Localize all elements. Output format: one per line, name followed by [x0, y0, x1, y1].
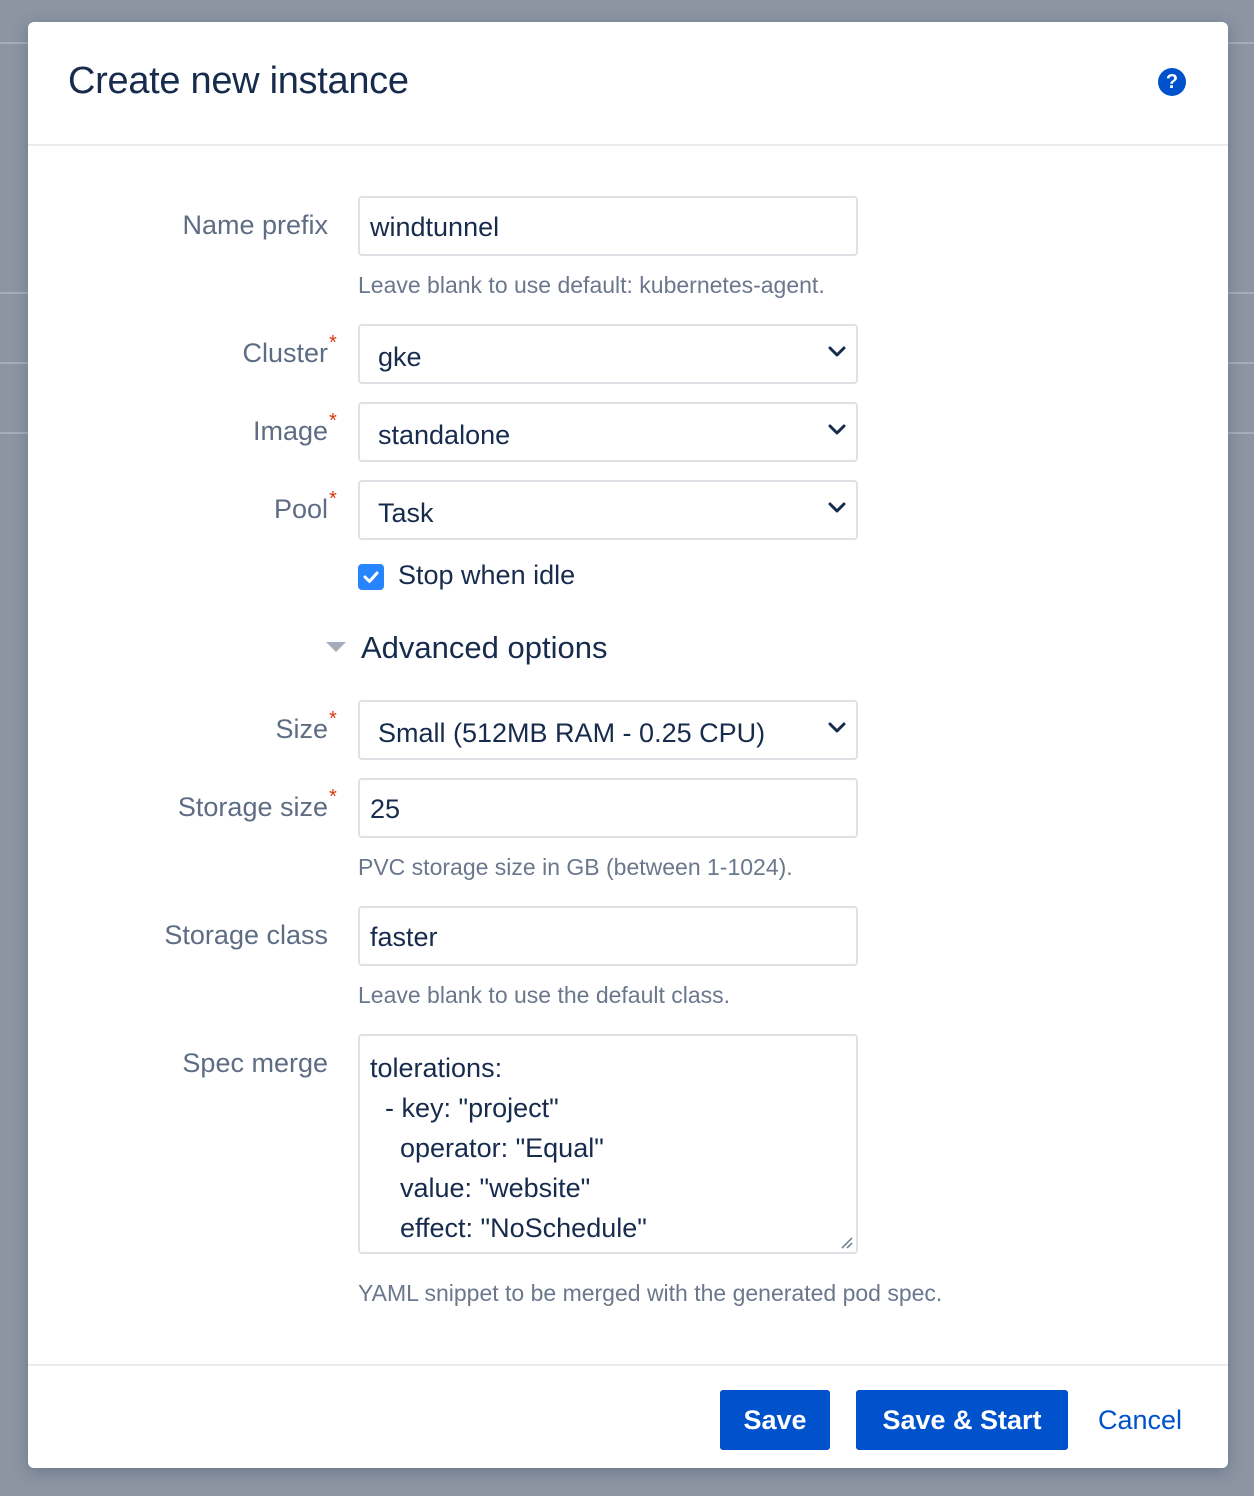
image-label: Image — [252, 416, 328, 446]
save-and-start-button[interactable]: Save & Start — [856, 1390, 1068, 1450]
stop-when-idle-checkbox[interactable] — [358, 564, 384, 590]
required-marker: * — [329, 708, 337, 730]
spec-merge-label: Spec merge — [182, 1048, 328, 1078]
dialog-header: Create new instance ? — [28, 22, 1228, 146]
storage-class-help: Leave blank to use the default class. — [358, 982, 731, 1008]
chevron-down-icon — [828, 424, 846, 435]
backdrop-line — [1228, 292, 1254, 294]
storage-size-help: PVC storage size in GB (between 1-1024). — [358, 854, 793, 880]
required-marker: * — [329, 488, 337, 510]
backdrop-line — [1228, 362, 1254, 364]
checkmark-icon — [363, 571, 379, 583]
storage-class-input[interactable]: faster — [358, 906, 858, 966]
size-value: Small (512MB RAM - 0.25 CPU) — [378, 718, 766, 748]
storage-class-label: Storage class — [164, 920, 328, 950]
create-instance-dialog: Create new instance ? Name prefix windtu… — [28, 22, 1228, 1468]
dialog-footer: Save Save & Start Cancel — [28, 1364, 1228, 1468]
cluster-value: gke — [378, 342, 422, 372]
chevron-down-icon — [828, 502, 846, 513]
chevron-down-icon — [828, 346, 846, 357]
image-select[interactable]: standalone — [358, 402, 858, 462]
pool-value: Task — [378, 498, 434, 528]
storage-size-input[interactable]: 25 — [358, 778, 858, 838]
advanced-options-toggle[interactable]: Advanced options — [361, 630, 607, 666]
spec-merge-help: YAML snippet to be merged with the gener… — [358, 1280, 943, 1306]
name-prefix-input[interactable]: windtunnel — [358, 196, 858, 256]
save-button[interactable]: Save — [720, 1390, 830, 1450]
chevron-down-icon — [828, 722, 846, 733]
storage-size-label: Storage size — [177, 792, 328, 822]
cancel-button[interactable]: Cancel — [1098, 1390, 1182, 1450]
required-marker: * — [329, 332, 337, 354]
name-prefix-value: windtunnel — [370, 212, 500, 242]
name-prefix-label: Name prefix — [182, 210, 328, 240]
cluster-label: Cluster — [242, 338, 328, 368]
backdrop-line — [0, 362, 28, 364]
cluster-select[interactable]: gke — [358, 324, 858, 384]
dialog-title: Create new instance — [68, 60, 409, 102]
stop-when-idle-label[interactable]: Stop when idle — [398, 560, 575, 591]
pool-label: Pool — [273, 494, 328, 524]
caret-down-icon[interactable] — [326, 642, 346, 652]
image-value: standalone — [378, 420, 511, 450]
backdrop-line — [0, 432, 28, 434]
resize-handle-icon[interactable] — [838, 1234, 854, 1250]
required-marker: * — [329, 786, 337, 808]
question-circle-icon[interactable]: ? — [1158, 68, 1186, 96]
pool-select[interactable]: Task — [358, 480, 858, 540]
spec-merge-value: tolerations: - key: "project" operator: … — [370, 1053, 647, 1243]
name-prefix-help: Leave blank to use default: kubernetes-a… — [358, 272, 825, 298]
size-label: Size — [275, 714, 328, 744]
storage-class-value: faster — [370, 922, 438, 952]
backdrop-line — [0, 42, 28, 44]
storage-size-value: 25 — [370, 794, 401, 824]
spec-merge-textarea[interactable]: tolerations: - key: "project" operator: … — [358, 1034, 858, 1254]
backdrop-line — [1228, 42, 1254, 44]
size-select[interactable]: Small (512MB RAM - 0.25 CPU) — [358, 700, 858, 760]
backdrop-line — [0, 292, 28, 294]
required-marker: * — [329, 410, 337, 432]
backdrop-line — [1228, 432, 1254, 434]
